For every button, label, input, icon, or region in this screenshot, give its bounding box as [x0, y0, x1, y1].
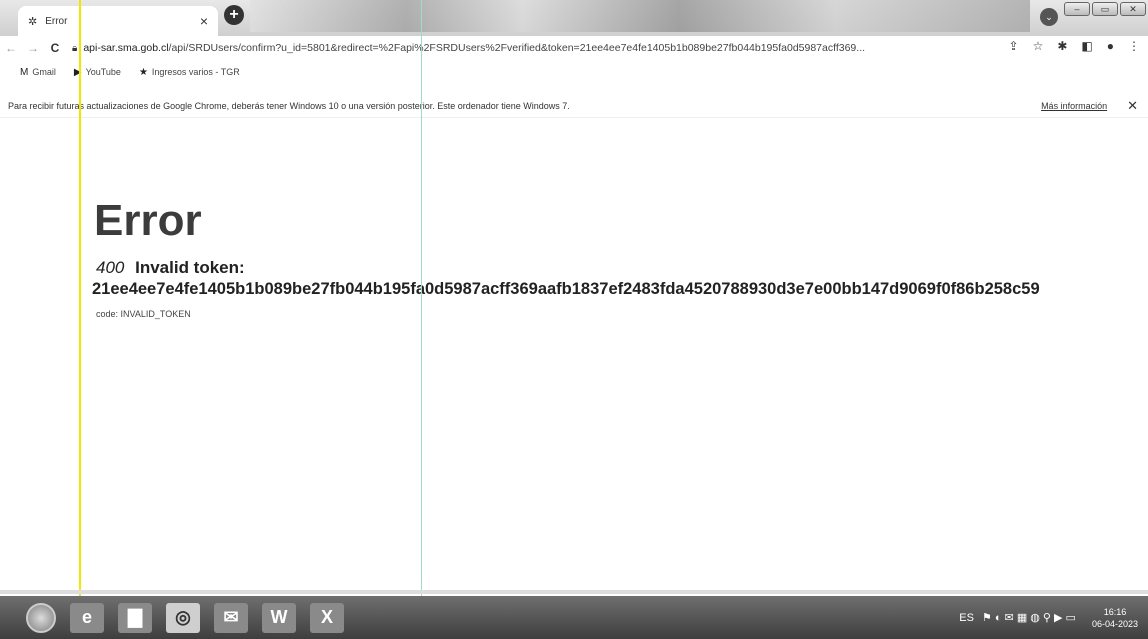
error-line: 400 Invalid token: [96, 258, 245, 278]
clock-date: 06-04-2023 [1091, 618, 1138, 629]
extensions-icon[interactable]: ✱ [1057, 39, 1067, 53]
infobar-message: Para recibir futuras actualizaciones de … [8, 100, 570, 111]
error-message: Invalid token: [135, 258, 245, 277]
infobar-more-link[interactable]: Más información [1041, 101, 1107, 111]
window-controls: – ▭ ✕ [1064, 2, 1146, 18]
chrome-taskbar-icon[interactable]: ◎ [166, 602, 200, 633]
bookmarks-bar: M Gmail ▶ YouTube ★ Ingresos varios - TG… [0, 62, 1148, 82]
scan-artifact-line-2 [421, 0, 422, 600]
token-value: 21ee4ee7e4fe1405b1b089be27fb044b195fa0d5… [92, 280, 1040, 298]
tab-close-icon[interactable]: × [200, 13, 208, 29]
scan-artifact-line [79, 0, 81, 639]
status-code: 400 [96, 258, 125, 277]
tab-search-button[interactable]: ⌄ [1040, 8, 1058, 26]
lock-icon[interactable]: 🔒︎ [72, 43, 77, 54]
toolbar-icons: ⇪ ☆ ✱ ◧ ● ⋮ [1009, 39, 1140, 53]
back-button[interactable]: ← [0, 41, 22, 55]
horizontal-scrollbar[interactable] [0, 590, 1148, 594]
star-icon: ★ [138, 66, 148, 78]
tab-strip: ✲ Error × + ⌄ – ▭ ✕ [0, 0, 1148, 36]
profile-icon[interactable]: ● [1107, 39, 1114, 53]
bookmark-ingresos[interactable]: ★ Ingresos varios - TGR [139, 67, 240, 78]
word-icon[interactable]: W [262, 602, 296, 633]
clock-time: 16:16 [1103, 606, 1127, 617]
chrome-favicon-icon: ✲ [28, 15, 38, 28]
url-path: /api/SRDUsers/confirm?u_id=5801&redirect… [168, 42, 866, 54]
system-tray: ES ⚑ ◐ ✉ ▦ ◍ ⚲ ▶ ▭ 16:16 06-04-2023 [959, 596, 1138, 639]
page-title: Error [94, 196, 202, 245]
internet-explorer-icon[interactable]: e [70, 602, 104, 633]
bookmark-gmail[interactable]: M Gmail [20, 67, 56, 78]
address-bar-row: ← → C 🔒︎ api-sar.sma.gob.cl/api/SRDUsers… [0, 36, 1148, 60]
new-tab-button[interactable]: + [224, 5, 244, 25]
share-icon[interactable]: ⇪ [1009, 39, 1019, 53]
side-panel-icon[interactable]: ◧ [1081, 39, 1092, 53]
tab-active[interactable]: ✲ Error × [18, 6, 218, 36]
update-infobar: Para recibir futuras actualizaciones de … [0, 94, 1148, 118]
outlook-icon[interactable]: ✉ [214, 602, 248, 633]
bookmark-star-icon[interactable]: ☆ [1033, 39, 1044, 53]
tray-icons[interactable]: ⚑ ◐ ✉ ▦ ◍ ⚲ ▶ ▭ [982, 611, 1076, 624]
menu-icon[interactable]: ⋮ [1128, 39, 1140, 53]
reload-button[interactable]: C [44, 41, 66, 55]
minimize-button[interactable]: – [1064, 2, 1090, 16]
close-window-button[interactable]: ✕ [1120, 2, 1146, 16]
maximize-button[interactable]: ▭ [1092, 2, 1118, 16]
tab-title: Error [45, 15, 68, 27]
url-text[interactable]: api-sar.sma.gob.cl/api/SRDUsers/confirm?… [83, 42, 963, 54]
infobar-close-icon[interactable]: ✕ [1127, 98, 1138, 114]
page-content: Error 400 Invalid token: 21ee4ee7e4fe140… [0, 122, 1148, 590]
forward-button[interactable]: → [22, 41, 44, 55]
theme-background [250, 0, 1030, 32]
taskbar: e ▇ ◎ ✉ W X ES ⚑ ◐ ✉ ▦ ◍ ⚲ ▶ ▭ 16:16 06-… [0, 596, 1148, 639]
gmail-icon: M [20, 66, 29, 78]
error-code: code: INVALID_TOKEN [96, 309, 191, 319]
omnibox[interactable]: 🔒︎ api-sar.sma.gob.cl/api/SRDUsers/confi… [72, 42, 972, 54]
excel-icon[interactable]: X [310, 602, 344, 633]
clock[interactable]: 16:16 06-04-2023 [1092, 606, 1138, 630]
file-explorer-icon[interactable]: ▇ [118, 602, 152, 633]
language-indicator[interactable]: ES [959, 612, 974, 624]
url-host: api-sar.sma.gob.cl [83, 42, 169, 54]
start-button[interactable] [26, 602, 56, 633]
